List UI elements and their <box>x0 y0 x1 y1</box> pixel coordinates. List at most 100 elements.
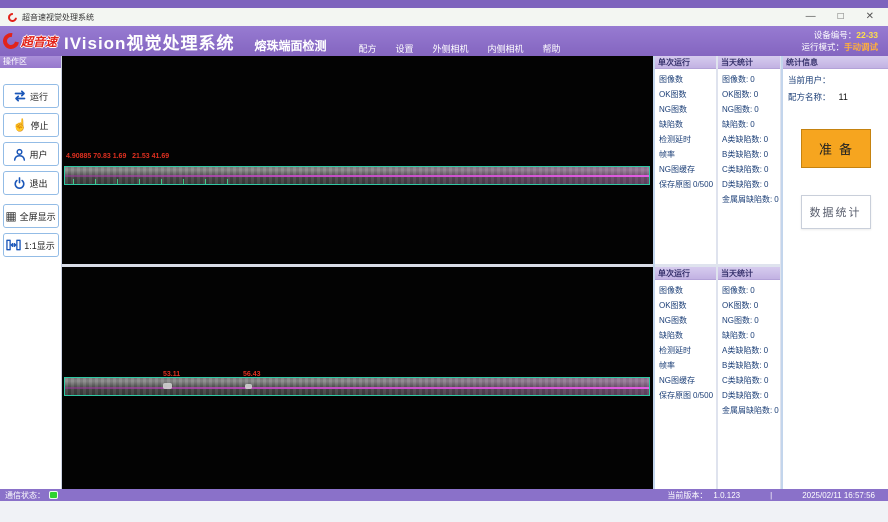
fullscreen-grid-icon: ▦ <box>5 210 16 222</box>
stat-row: 缺陷数 <box>659 117 716 132</box>
user-icon <box>13 148 26 161</box>
data-statistics-button[interactable]: 数据统计 <box>801 195 871 229</box>
menu-item[interactable]: 内侧相机 <box>488 42 524 55</box>
device-number-value: 22-33 <box>856 30 878 40</box>
minimize-button[interactable]: — <box>806 9 816 25</box>
desktop-area <box>0 501 888 522</box>
exit-button-label: 退出 <box>29 177 47 190</box>
logo-text: 超音速 <box>21 33 57 50</box>
device-info: 设备编号：22-33 运行模式：手动调试 <box>801 29 878 54</box>
camera-viewports: 4.90885 70.83 1.69 21.53 41.69 53.11 56.… <box>62 56 654 489</box>
stop-button[interactable]: ☝ 停止 <box>3 113 59 137</box>
version-label: 当前版本： <box>667 490 707 501</box>
separator: | <box>770 491 772 500</box>
stat-row: D类缺陷数:0 <box>722 388 780 403</box>
tick-marks <box>73 179 243 184</box>
stat-row: B类缺陷数:0 <box>722 147 780 162</box>
daily-stats-title: 当天统计 <box>718 267 780 280</box>
menu-item[interactable]: 设置 <box>395 42 413 55</box>
inner-camera-view: 53.11 56.43 <box>62 267 653 489</box>
app-window: 超音速视觉处理系统 — □ ✕ 超音速 IVision视觉处理系统 熔珠端面检测… <box>0 0 888 522</box>
brand-logo: 超音速 <box>3 33 57 50</box>
stat-row: 缺陷数 <box>659 328 716 343</box>
single-run-title: 单次运行 <box>655 56 716 69</box>
user-button[interactable]: 用户 <box>3 142 59 166</box>
stat-row: C类缺陷数:0 <box>722 373 780 388</box>
stat-row: 帧率 <box>659 147 716 162</box>
laser-line <box>65 387 649 389</box>
stat-row: 缺陷数:0 <box>722 117 780 132</box>
one-to-one-button-label: 1:1显示 <box>24 239 55 252</box>
stat-row: 检测延时 <box>659 343 716 358</box>
stat-row: NG图数:0 <box>722 313 780 328</box>
stat-row: 金属屑缺陷数:0 <box>722 192 780 207</box>
titlebar: 超音速视觉处理系统 — □ ✕ <box>0 8 888 26</box>
app-subtitle: 熔珠端面检测 <box>254 37 326 54</box>
status-bar: 通信状态： 当前版本： 1.0.123 | 2025/02/11 16:57:5… <box>0 489 888 501</box>
stat-row: 图像数 <box>659 283 716 298</box>
single-run-panel-top: 单次运行 图像数OK图数NG图数缺陷数检测延时帧率NG图缓存保存原图0/500 <box>655 56 716 264</box>
stat-row: 金属屑缺陷数:0 <box>722 403 780 418</box>
info-panel-title: 统计信息 <box>783 56 888 69</box>
user-button-label: 用户 <box>29 148 47 161</box>
stat-row: NG图数 <box>659 313 716 328</box>
power-icon <box>13 177 26 190</box>
main-area: 操作区 运行 ☝ 停止 用户 退出 ▦ 全屏显示 <box>0 56 888 489</box>
stop-button-label: 停止 <box>30 119 48 132</box>
run-button[interactable]: 运行 <box>3 84 59 108</box>
device-number-label: 设备编号： <box>814 30 857 40</box>
stat-row: 图像数 <box>659 72 716 87</box>
stat-row: 帧率 <box>659 358 716 373</box>
defect-blob <box>163 383 172 389</box>
outer-camera-view: 4.90885 70.83 1.69 21.53 41.69 <box>62 56 653 264</box>
inspection-strip-roi <box>64 166 650 185</box>
run-mode-label: 运行模式： <box>801 42 844 52</box>
current-user-row: 当前用户： <box>783 74 888 86</box>
fullscreen-button-label: 全屏显示 <box>20 210 56 223</box>
inspection-strip-roi <box>64 377 650 396</box>
menu-item[interactable]: 帮助 <box>543 42 561 55</box>
run-button-label: 运行 <box>30 90 48 103</box>
maximize-button[interactable]: □ <box>838 9 844 25</box>
window-controls: — □ ✕ <box>806 9 880 25</box>
logo-swoosh-icon <box>0 30 22 52</box>
recipe-name-value: 11 <box>839 92 848 102</box>
one-to-one-button[interactable]: 1:1显示 <box>3 233 59 257</box>
single-run-title: 单次运行 <box>655 267 716 280</box>
menu-item[interactable]: 外侧相机 <box>433 42 469 55</box>
app-icon <box>6 11 19 24</box>
stat-row: A类缺陷数:0 <box>722 132 780 147</box>
stat-row: D类缺陷数:0 <box>722 177 780 192</box>
datetime: 2025/02/11 16:57:56 <box>802 491 875 500</box>
stat-row: NG图缓存 <box>659 162 716 177</box>
prepare-button[interactable]: 准备 <box>801 129 871 168</box>
fullscreen-button[interactable]: ▦ 全屏显示 <box>3 204 59 228</box>
recipe-name-label: 配方名称： <box>788 92 831 102</box>
exit-button[interactable]: 退出 <box>3 171 59 195</box>
statistics-info-panel: 统计信息 当前用户： 配方名称： 11 准备 数据统计 <box>783 56 888 489</box>
daily-stats-title: 当天统计 <box>718 56 780 69</box>
stat-row: 缺陷数:0 <box>722 328 780 343</box>
stat-row: 保存原图0/500 <box>659 388 716 403</box>
measurement-annotation: 4.90885 70.83 1.69 21.53 41.69 <box>66 153 169 160</box>
sidebar-title: 操作区 <box>0 56 61 68</box>
stat-row: OK图数 <box>659 87 716 102</box>
comm-status-label: 通信状态： <box>5 490 45 501</box>
single-run-panel-bottom: 单次运行 图像数OK图数NG图数缺陷数检测延时帧率NG图缓存保存原图0/500 <box>655 267 716 489</box>
daily-stats-panel-top: 当天统计 图像数:0OK图数:0NG图数:0缺陷数:0A类缺陷数:0B类缺陷数:… <box>718 56 780 264</box>
recipe-name-row: 配方名称： 11 <box>783 91 888 103</box>
stat-row: NG图数:0 <box>722 102 780 117</box>
stat-row: A类缺陷数:0 <box>722 343 780 358</box>
stat-row: OK图数:0 <box>722 87 780 102</box>
stat-row: B类缺陷数:0 <box>722 358 780 373</box>
menu-item[interactable]: 配方 <box>358 42 376 55</box>
main-menu: 配方 设置 外侧相机 内侧相机 帮助 <box>358 42 560 55</box>
stat-row: OK图数 <box>659 298 716 313</box>
version-value: 1.0.123 <box>713 491 740 500</box>
comm-status-led <box>49 491 58 499</box>
app-title: IVision视觉处理系统 <box>64 29 234 54</box>
operation-sidebar: 操作区 运行 ☝ 停止 用户 退出 ▦ 全屏显示 <box>0 56 62 489</box>
defect-blob <box>245 384 252 389</box>
close-button[interactable]: ✕ <box>866 9 874 25</box>
current-user-label: 当前用户： <box>788 75 831 85</box>
